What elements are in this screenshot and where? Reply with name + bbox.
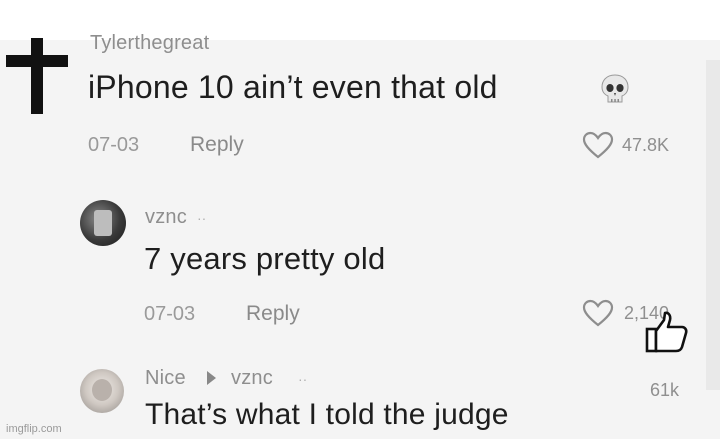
comment-2-text: 7 years pretty old xyxy=(144,241,386,276)
comment-1-reply-button[interactable]: Reply xyxy=(190,133,244,157)
avatar-figure xyxy=(94,210,112,236)
comment-3-reply-to[interactable]: vznc xyxy=(231,367,273,390)
like-heart-icon[interactable] xyxy=(582,131,614,159)
comment-3-like-count: 61k xyxy=(650,380,680,400)
skull-icon xyxy=(601,74,629,103)
comment-1-username[interactable]: Tylerthegreat xyxy=(90,32,209,55)
avatar-face xyxy=(92,379,112,401)
thumbs-up-icon[interactable] xyxy=(644,310,690,354)
comment-3-text: That’s what I told the judge xyxy=(145,398,509,431)
comment-2-reply-button[interactable]: Reply xyxy=(246,302,300,326)
reply-arrow-icon xyxy=(207,371,216,385)
right-edge-strip xyxy=(706,60,720,390)
nice-avatar[interactable] xyxy=(80,369,124,413)
comment-2-username[interactable]: vznc xyxy=(145,206,187,229)
creator-mark-icon: ·· xyxy=(197,210,207,226)
vznc-avatar[interactable] xyxy=(80,200,126,246)
cross-horizontal-bar xyxy=(6,55,68,67)
comment-1-text: iPhone 10 ain’t even that old xyxy=(88,69,498,105)
cross-vertical-bar xyxy=(31,38,43,114)
like-heart-icon[interactable] xyxy=(582,299,614,327)
comment-1-date: 07-03 xyxy=(88,134,140,156)
creator-mark-icon: ·· xyxy=(298,371,308,387)
cross-avatar-icon[interactable] xyxy=(6,38,68,116)
watermark: imgflip.com xyxy=(6,423,62,435)
comment-2-date: 07-03 xyxy=(144,303,196,325)
comment-1-like-count: 47.8K xyxy=(622,135,670,155)
comment-3-username[interactable]: Nice xyxy=(145,367,186,390)
